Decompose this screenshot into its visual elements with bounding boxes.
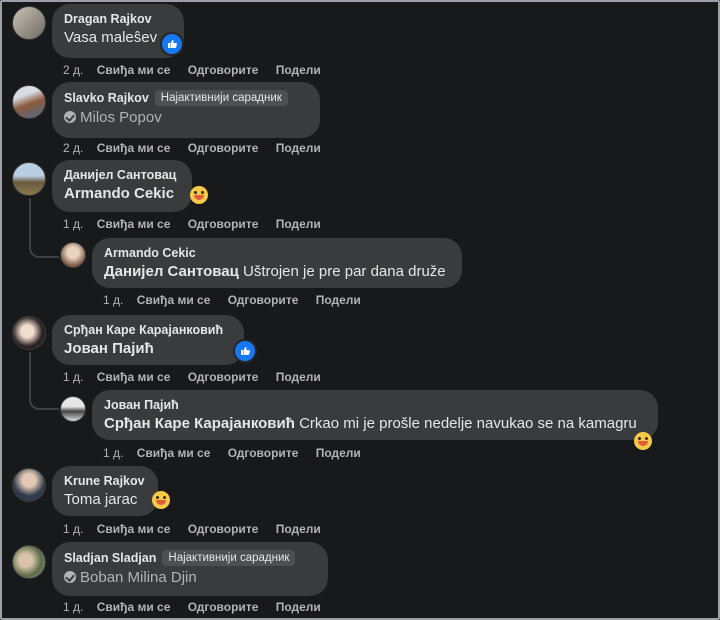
share-button[interactable]: Подели [276,370,321,384]
timestamp[interactable]: 1 д. [63,600,83,614]
comment-mention[interactable]: Срђан Каре Карајанковић [104,415,295,432]
timestamp[interactable]: 1 д. [63,370,83,384]
tag-check-icon [64,111,76,123]
comment-actions: 2 д. Свиђа ми се Одговорите Подели [63,63,335,77]
comment-mention[interactable]: Јован Пајић [64,340,154,357]
comment-actions: 1 д. Свиђа ми се Одговорите Подели [63,217,335,231]
comment-actions: 2 д. Свиђа ми се Одговорите Подели [63,141,335,155]
like-button[interactable]: Свиђа ми се [97,522,171,536]
comment-author[interactable]: Данијел Сантовац [64,168,180,182]
reply-button[interactable]: Одговорите [188,600,259,614]
comment-actions: 1 д. Свиђа ми се Одговорите Подели [103,293,375,307]
avatar[interactable] [60,396,86,422]
comment-actions: 1 д. Свиђа ми се Одговорите Подели [63,522,335,536]
share-button[interactable]: Подели [316,293,361,307]
reply-button[interactable]: Одговорите [188,141,259,155]
top-contributor-badge: Најактивнији сарадник [154,90,288,106]
comment-mention[interactable]: Данијел Сантовац [104,263,239,280]
comment-author[interactable]: Armando Cekic [104,246,450,260]
comment-bubble: Срђан Каре Карајанковић Јован Пајић [52,315,244,365]
like-reaction-icon[interactable] [160,32,184,56]
laughing-emoji-icon [186,186,208,206]
reply-button[interactable]: Одговорите [228,293,299,307]
comment-bubble: Slavko Rajkov Најактивнији сарадник Milos… [52,82,320,138]
timestamp[interactable]: 1 д. [103,293,123,307]
timestamp[interactable]: 1 д. [63,217,83,231]
top-contributor-badge: Најактивнији сарадник [162,550,296,566]
reply-button[interactable]: Одговорите [188,63,259,77]
timestamp[interactable]: 1 д. [63,522,83,536]
like-button[interactable]: Свиђа ми се [97,217,171,231]
share-button[interactable]: Подели [276,141,321,155]
comment-actions: 1 д. Свиђа ми се Одговорите Подели [63,370,335,384]
comment-text: Crkao mi je prošle nedelje navukao se na… [294,415,637,432]
comment-text: Toma jarac [64,491,138,508]
laughing-emoji-icon [148,491,170,511]
comment-bubble: Sladjan Sladjan Најактивнији сарадник Bob… [52,542,328,596]
comment-bubble: Krune Rajkov Toma jarac [52,466,158,516]
like-reaction-icon[interactable] [233,339,257,363]
comment-bubble: Armando Cekic Данијел Сантовац Uštrojen … [92,238,462,288]
comment-text[interactable]: Milos Popov [80,109,162,126]
share-button[interactable]: Подели [276,63,321,77]
timestamp[interactable]: 2 д. [63,63,83,77]
avatar[interactable] [60,242,86,268]
avatar[interactable] [12,162,46,196]
comment-author[interactable]: Slavko Rajkov [64,91,149,105]
share-button[interactable]: Подели [316,446,361,460]
comment-bubble: Данијел Сантовац Armando Cekic [52,160,192,212]
tag-check-icon [64,571,76,583]
avatar[interactable] [12,468,46,502]
like-button[interactable]: Свиђа ми се [97,141,171,155]
comment-actions: 1 д. Свиђа ми се Одговорите Подели [103,446,375,460]
reply-thread-line [29,352,59,410]
comment-author[interactable]: Sladjan Sladjan [64,551,156,565]
avatar[interactable] [12,545,46,579]
comment-bubble: Јован Пајић Срђан Каре Карајанковић Crka… [92,390,658,440]
like-button[interactable]: Свиђа ми се [97,370,171,384]
avatar[interactable] [12,85,46,119]
timestamp[interactable]: 2 д. [63,141,83,155]
comment-mention[interactable]: Armando Cekic [64,185,174,202]
laughing-emoji-icon [630,432,652,452]
share-button[interactable]: Подели [276,522,321,536]
reply-thread-line [29,198,59,258]
like-button[interactable]: Свиђа ми се [137,446,211,460]
comment-author[interactable]: Dragan Rajkov [64,12,172,26]
comment-text: Uštrojen je pre par dana druže [238,263,446,280]
comment-author[interactable]: Срђан Каре Карајанковић [64,323,232,337]
avatar[interactable] [12,6,46,40]
reply-button[interactable]: Одговорите [188,217,259,231]
like-button[interactable]: Свиђа ми се [97,600,171,614]
like-button[interactable]: Свиђа ми се [97,63,171,77]
reply-button[interactable]: Одговорите [188,522,259,536]
share-button[interactable]: Подели [276,600,321,614]
reply-button[interactable]: Одговорите [188,370,259,384]
comment-actions: 1 д. Свиђа ми се Одговорите Подели [63,600,335,614]
comment-author[interactable]: Krune Rajkov [64,474,146,488]
share-button[interactable]: Подели [276,217,321,231]
reply-button[interactable]: Одговорите [228,446,299,460]
timestamp[interactable]: 1 д. [103,446,123,460]
comment-text: Vasa maleŝev [64,29,158,46]
comment-author[interactable]: Јован Пајић [104,398,646,412]
avatar[interactable] [12,316,46,350]
comment-text[interactable]: Boban Milina Djin [80,569,197,586]
like-button[interactable]: Свиђа ми се [137,293,211,307]
